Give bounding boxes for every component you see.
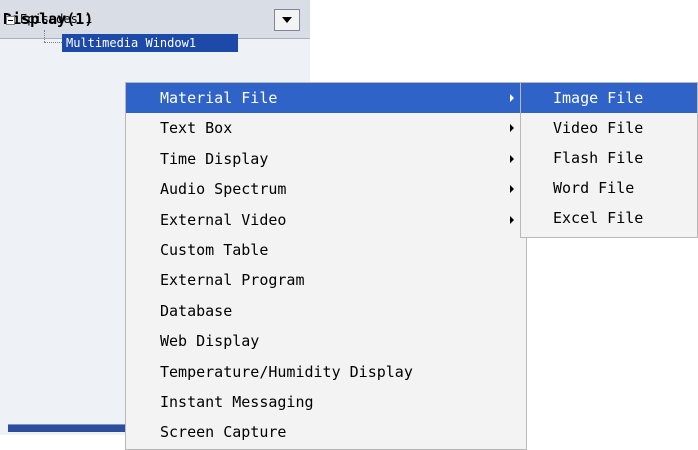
menu-item-label: Instant Messaging xyxy=(160,393,314,411)
menu-item-label: Screen Capture xyxy=(160,423,287,442)
submenu-item-word-file[interactable]: Word File xyxy=(521,173,697,203)
menu-item-audio-spectrum[interactable]: Audio Spectrum xyxy=(126,174,526,204)
menu-item-external-program[interactable]: External Program xyxy=(126,265,526,295)
tree-node-episodes[interactable]: Episodes 1 xyxy=(20,12,92,26)
submenu-item-label: Excel File xyxy=(553,209,644,227)
menu-item-screen-capture[interactable]: Screen Capture xyxy=(126,417,526,447)
menu-item-custom-table[interactable]: Custom Table xyxy=(126,235,526,265)
submenu-item-video-file[interactable]: Video File xyxy=(521,113,697,143)
menu-item-label: Time Display xyxy=(160,149,269,168)
menu-item-time-display[interactable]: Time Display xyxy=(126,144,526,174)
submenu-arrow-icon xyxy=(510,94,514,102)
menu-item-label: Web Display xyxy=(160,332,260,351)
tree-connector-line xyxy=(44,42,62,43)
material-file-submenu: Image File Video File Flash File Word File E… xyxy=(520,82,698,238)
menu-item-label: Audio Spectrum xyxy=(160,180,287,199)
context-menu: Material File Text Box Time Display Audio S… xyxy=(125,82,527,450)
menu-item-label: External Video xyxy=(160,210,287,229)
submenu-item-label: Image File xyxy=(553,89,644,107)
tree-collapse-icon[interactable] xyxy=(6,16,15,25)
menu-item-database[interactable]: Database xyxy=(126,296,526,326)
menu-item-instant-messaging[interactable]: Instant Messaging xyxy=(126,387,526,417)
submenu-item-label: Word File xyxy=(553,179,635,197)
submenu-item-image-file[interactable]: Image File xyxy=(521,83,697,113)
panel-dropdown-button[interactable] xyxy=(274,9,300,31)
menu-item-material-file[interactable]: Material File xyxy=(126,83,526,113)
panel-scrollbar[interactable] xyxy=(8,424,128,432)
menu-item-label: Text Box xyxy=(160,119,233,138)
submenu-item-flash-file[interactable]: Flash File xyxy=(521,143,697,173)
submenu-arrow-icon xyxy=(510,185,514,194)
menu-item-web-display[interactable]: Web Display xyxy=(126,326,526,356)
menu-item-label: Custom Table xyxy=(160,241,269,259)
submenu-arrow-icon xyxy=(510,124,514,133)
submenu-item-excel-file[interactable]: Excel File xyxy=(521,203,697,233)
submenu-arrow-icon xyxy=(510,154,514,163)
chevron-down-icon xyxy=(282,17,292,23)
menu-item-text-box[interactable]: Text Box xyxy=(126,113,526,143)
tree-connector-line xyxy=(44,30,45,42)
menu-item-label: Database xyxy=(160,301,233,320)
menu-item-label: External Program xyxy=(160,271,305,290)
menu-item-label: Temperature/Humidity Display xyxy=(160,362,413,381)
menu-item-external-video[interactable]: External Video xyxy=(126,205,526,235)
submenu-item-label: Video File xyxy=(553,119,644,137)
submenu-item-label: Flash File xyxy=(553,149,644,167)
menu-item-label: Material File xyxy=(160,89,278,107)
submenu-arrow-icon xyxy=(510,215,514,224)
menu-item-temperature-humidity-display[interactable]: Temperature/Humidity Display xyxy=(126,357,526,387)
tree-node-multimedia-window[interactable]: Multimedia Window1 xyxy=(62,34,238,52)
